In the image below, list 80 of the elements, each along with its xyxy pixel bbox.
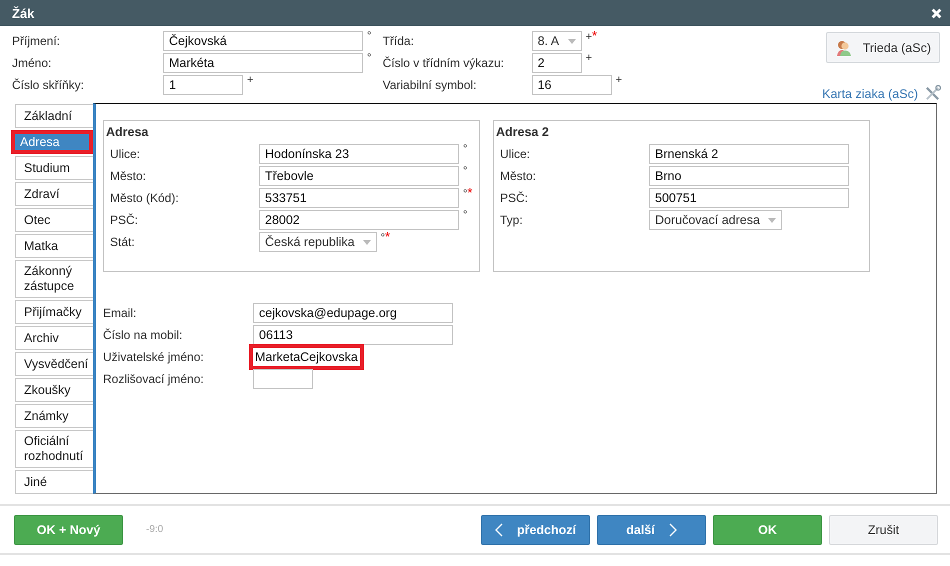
field-marker: + xyxy=(247,75,254,85)
text-field[interactable]: Markéta xyxy=(163,53,363,73)
cancel-button[interactable]: Zrušit xyxy=(829,514,938,544)
text-field[interactable]: 533751 xyxy=(259,188,459,208)
sidebar-tab[interactable]: Adresa xyxy=(11,130,93,154)
field-label: Variabilní symbol: xyxy=(382,77,478,92)
field-marker: °* xyxy=(380,232,390,243)
dropdown[interactable]: Doručovací adresa xyxy=(649,210,782,230)
field-label: PSČ: xyxy=(500,190,530,205)
field-label: Číslo skříňky: xyxy=(12,77,86,92)
field-label: Město: xyxy=(110,168,148,183)
field-marker: +* xyxy=(586,31,598,42)
dropdown[interactable]: Česká republika xyxy=(259,232,377,252)
sidebar-tab[interactable]: Oficiální rozhodnutí xyxy=(15,430,93,468)
card-link[interactable]: Karta ziaka (aSc) xyxy=(822,86,918,100)
text-field[interactable]: 1 xyxy=(163,75,243,95)
field-label: Třída: xyxy=(382,33,415,48)
field-marker: ° xyxy=(463,210,468,220)
text-field[interactable]: cejkovska@edupage.org xyxy=(253,303,453,323)
field-label: PSČ: xyxy=(110,212,140,227)
field-label: Ulice: xyxy=(500,146,532,161)
field-marker: + xyxy=(616,75,622,85)
sidebar-tab[interactable]: Archiv xyxy=(15,326,93,350)
close-icon[interactable] xyxy=(931,8,942,18)
text-field[interactable]: Brno xyxy=(649,166,849,186)
text-field[interactable]: 28002 xyxy=(259,210,459,230)
sidebar-tab[interactable]: Zkoušky xyxy=(15,378,93,402)
record-counter: -9:0 xyxy=(146,524,164,535)
sidebar-tab[interactable]: Otec xyxy=(15,208,93,232)
field-label: Město: xyxy=(500,168,538,183)
field-marker: + xyxy=(586,53,592,63)
text-field[interactable]: Třebovle xyxy=(259,166,459,186)
sidebar-tab[interactable]: Zdraví xyxy=(15,182,93,206)
sidebar-tab[interactable]: Zákonný zástupce xyxy=(15,260,93,298)
field-label: Uživatelské jméno: xyxy=(103,349,205,364)
sidebar-tab[interactable]: Přijímačky xyxy=(15,300,93,324)
field-label: Příjmení: xyxy=(12,33,62,48)
group-title: Adresa xyxy=(106,125,150,139)
caret-icon xyxy=(568,38,576,44)
field-marker: ° xyxy=(463,144,468,154)
sidebar-tab[interactable]: Základní xyxy=(15,104,93,128)
sidebar-tab[interactable]: Jiné xyxy=(15,470,93,494)
field-label: Typ: xyxy=(500,212,524,227)
chevron-right-icon xyxy=(668,522,677,536)
field-label: Ulice: xyxy=(110,146,142,161)
previous-button[interactable]: předchozí xyxy=(481,514,590,544)
field-marker: ° xyxy=(367,31,372,41)
text-field[interactable]: Brnenská 2 xyxy=(649,144,849,164)
sidebar-tab[interactable]: Studium xyxy=(15,156,93,180)
field-label: Číslo na mobil: xyxy=(103,327,184,342)
text-field[interactable]: Čejkovská xyxy=(163,31,363,51)
next-button[interactable]: další xyxy=(597,514,706,544)
group-title: Adresa 2 xyxy=(496,125,550,139)
field-label: Rozlišovací jméno: xyxy=(103,371,205,386)
text-field[interactable] xyxy=(253,369,313,389)
field-label: Email: xyxy=(103,305,138,320)
field-marker: ° xyxy=(463,166,468,176)
field-label: Číslo v třídním výkazu: xyxy=(382,55,505,70)
sidebar-tab[interactable]: Matka xyxy=(15,234,93,258)
window-title: Žák xyxy=(12,6,34,20)
field-label: Stát: xyxy=(110,234,136,249)
field-marker: °* xyxy=(463,188,472,199)
text-field[interactable]: 06113 xyxy=(253,325,453,345)
text-field[interactable]: 500751 xyxy=(649,188,849,208)
text-field[interactable]: 2 xyxy=(532,53,582,73)
field-label: Jméno: xyxy=(12,55,52,70)
text-field[interactable]: 16 xyxy=(532,75,612,95)
person-icon xyxy=(834,38,853,56)
sidebar-tab[interactable]: Známky xyxy=(15,404,93,428)
text-field[interactable]: Hodonínska 23 xyxy=(259,144,459,164)
field-label: Město (Kód): xyxy=(110,190,180,205)
dropdown[interactable]: 8. A xyxy=(532,31,582,51)
text-field[interactable]: MarketaCejkovska xyxy=(249,344,364,370)
sidebar-tab[interactable]: Vysvědčení xyxy=(15,352,93,376)
field-marker: ° xyxy=(367,53,372,63)
caret-icon xyxy=(768,218,776,222)
caret-icon xyxy=(362,240,371,244)
chevron-left-icon xyxy=(494,522,503,536)
class-button[interactable]: Trieda (aSc) xyxy=(826,32,940,63)
tools-icon[interactable] xyxy=(924,85,941,102)
